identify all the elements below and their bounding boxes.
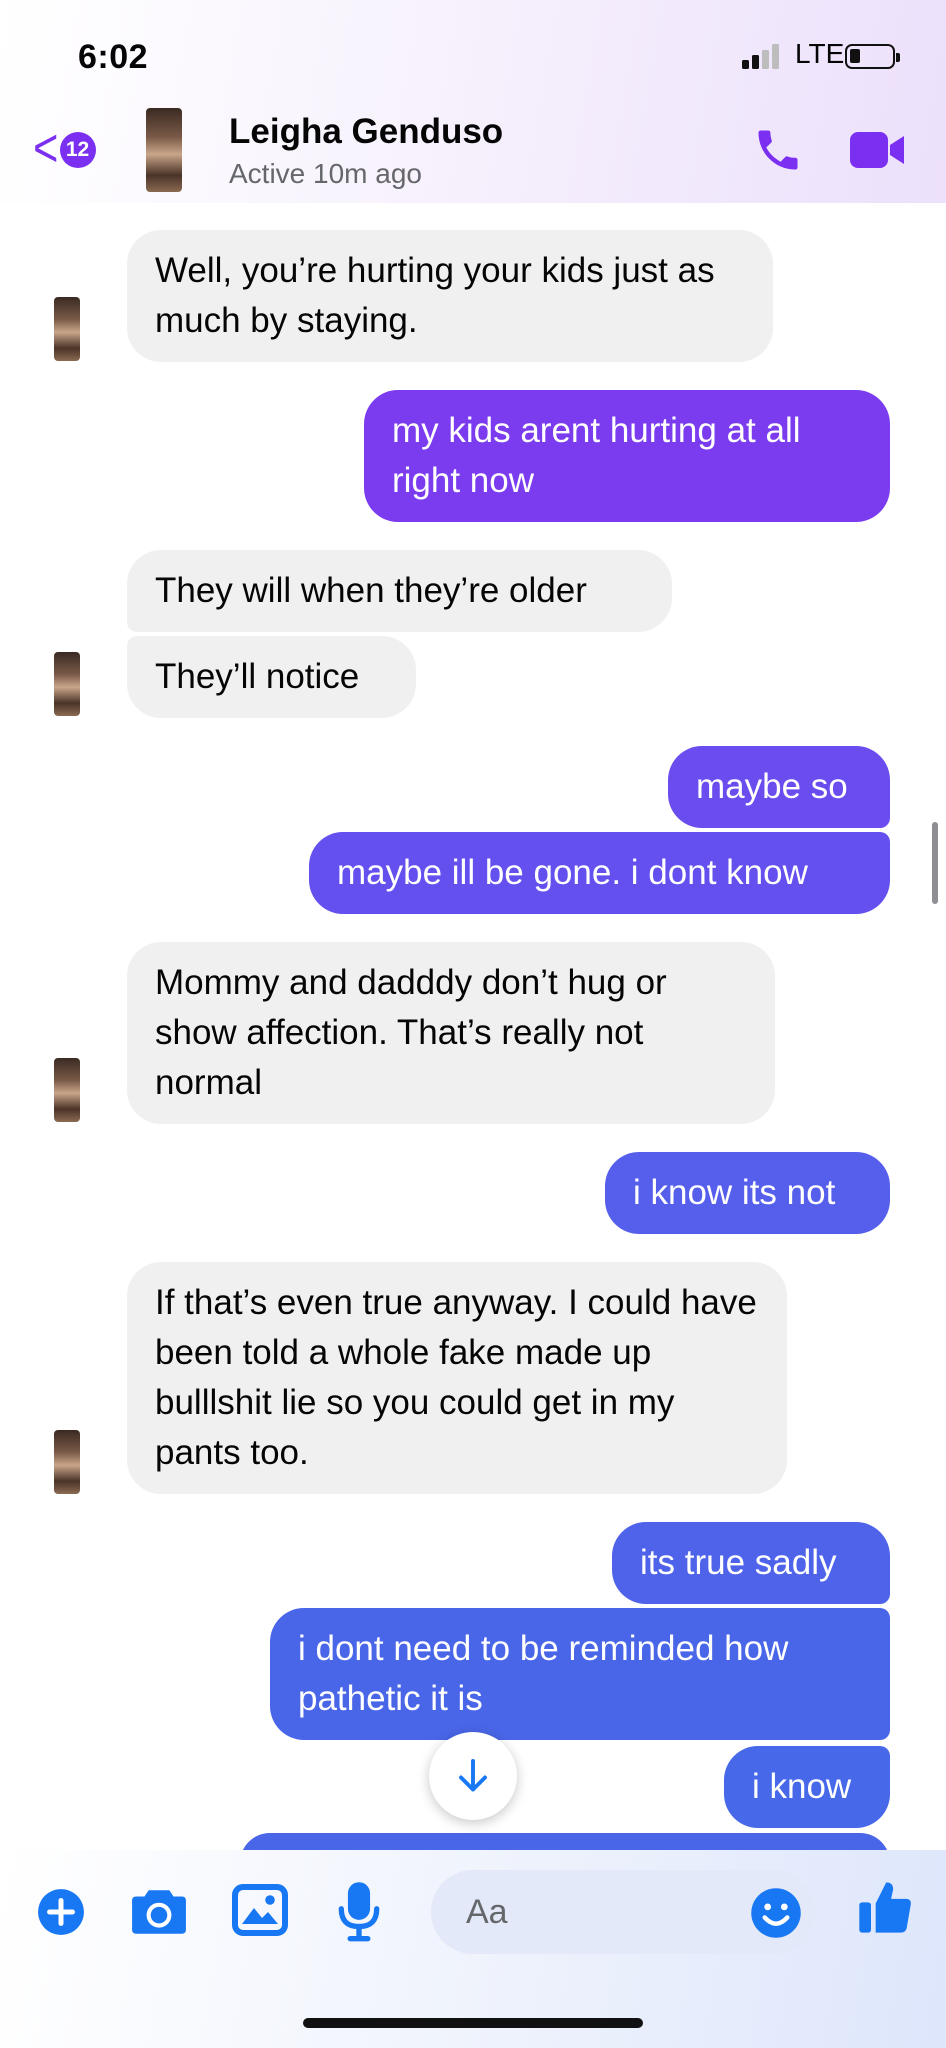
unread-count-badge: 12 bbox=[59, 132, 96, 168]
sender-avatar[interactable] bbox=[54, 652, 80, 716]
message-bubble-incoming[interactable]: Mommy and dadddy don’t hug or show affec… bbox=[127, 942, 775, 1124]
image-icon[interactable] bbox=[232, 1884, 288, 1936]
chevron-left-icon: < bbox=[33, 118, 59, 178]
message-bubble-outgoing[interactable]: i dont need to be reminded how pathetic … bbox=[270, 1608, 890, 1740]
phone-icon[interactable] bbox=[752, 124, 804, 176]
microphone-icon[interactable] bbox=[336, 1880, 382, 1942]
presence-status: Active 10m ago bbox=[229, 158, 422, 189]
thumbs-up-icon[interactable] bbox=[857, 1876, 913, 1938]
message-bubble-outgoing[interactable]: i know its not bbox=[605, 1152, 890, 1234]
network-label: LTE bbox=[795, 38, 845, 69]
sender-avatar[interactable] bbox=[54, 297, 80, 361]
scroll-to-bottom-button[interactable] bbox=[429, 1732, 517, 1820]
camera-icon[interactable] bbox=[130, 1884, 188, 1938]
video-camera-icon[interactable] bbox=[848, 128, 908, 172]
status-time: 6:02 bbox=[78, 38, 149, 76]
message-bubble-incoming[interactable]: Well, you’re hurting your kids just as m… bbox=[127, 230, 773, 362]
arrow-down-icon bbox=[459, 1759, 487, 1792]
sender-avatar[interactable] bbox=[54, 1430, 80, 1494]
conversation-header bbox=[0, 0, 946, 203]
sender-avatar[interactable] bbox=[54, 1058, 80, 1122]
message-bubble-outgoing[interactable]: my kids arent hurting at all right now bbox=[364, 390, 890, 522]
back-button[interactable]: < 12 bbox=[30, 118, 102, 178]
scroll-indicator bbox=[932, 822, 938, 904]
contact-avatar[interactable] bbox=[146, 108, 182, 192]
message-bubble-incoming[interactable]: If that’s even true anyway. I could have… bbox=[127, 1262, 787, 1494]
message-bubble-incoming[interactable]: They will when they’re older bbox=[127, 550, 672, 632]
plus-icon[interactable] bbox=[36, 1887, 86, 1937]
emoji-icon[interactable] bbox=[749, 1886, 803, 1940]
message-bubble-outgoing[interactable]: i know bbox=[724, 1746, 890, 1828]
home-indicator bbox=[303, 2018, 643, 2028]
signal-strength-icon bbox=[742, 43, 782, 69]
message-bubble-outgoing[interactable]: its true sadly bbox=[612, 1522, 890, 1604]
battery-icon bbox=[845, 44, 900, 69]
contact-name[interactable]: Leigha Genduso bbox=[229, 112, 503, 152]
message-bubble-outgoing[interactable]: maybe ill be gone. i dont know bbox=[309, 832, 890, 914]
message-bubble-incoming[interactable]: They’ll notice bbox=[127, 636, 416, 718]
message-bubble-outgoing[interactable]: maybe so bbox=[668, 746, 890, 828]
